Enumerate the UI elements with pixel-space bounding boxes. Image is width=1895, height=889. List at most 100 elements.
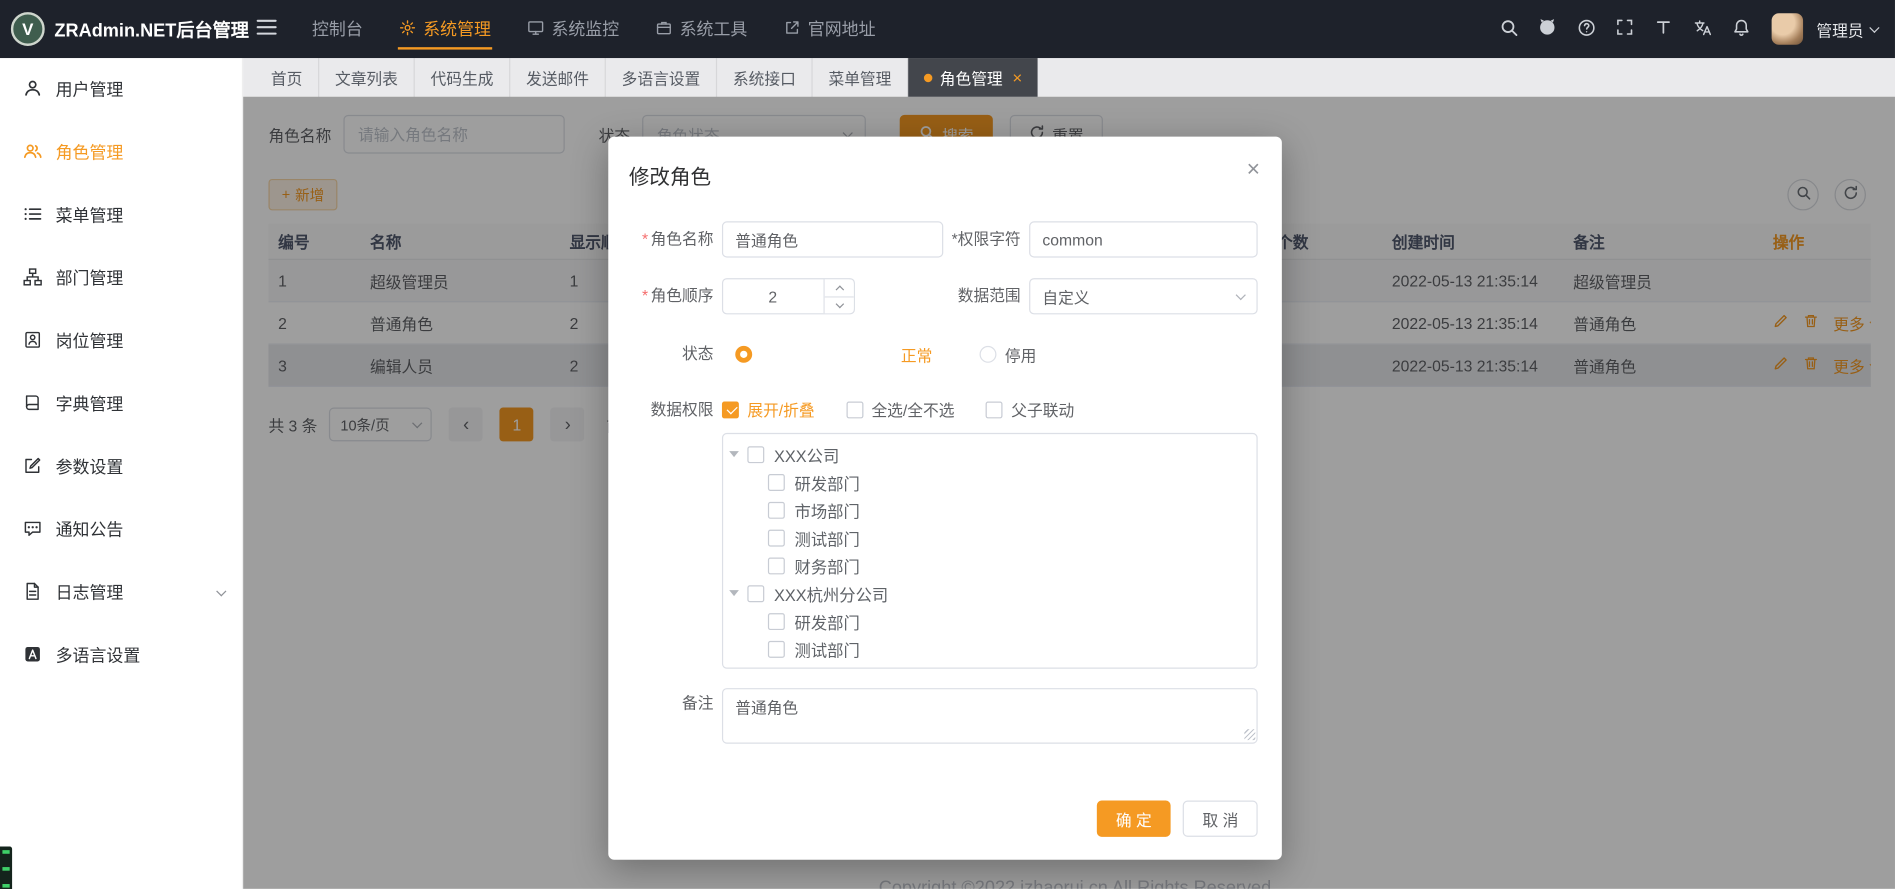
sidebar-item-notices[interactable]: 通知公告: [0, 498, 242, 561]
nav-system-monitor-label: 系统监控: [551, 17, 619, 41]
increase-button[interactable]: [825, 279, 854, 297]
sidebar-item-posts[interactable]: 岗位管理: [0, 310, 242, 373]
sidebar-posts-label: 岗位管理: [56, 329, 124, 353]
corner-widget-bar: [2, 867, 9, 871]
data-perm-label: 数据权限: [620, 400, 713, 419]
top-nav: 控制台 系统管理 系统监控 系统工具 官网地址: [294, 0, 894, 58]
tab-roles-label: 角色管理: [940, 66, 1003, 89]
tab-articles[interactable]: 文章列表: [319, 58, 415, 97]
parent-child-link-checkbox[interactable]: 父子联动: [986, 398, 1074, 421]
language-button[interactable]: [1687, 13, 1718, 44]
role-order-stepper[interactable]: 2: [722, 278, 855, 314]
sidebar-toggle-button[interactable]: [243, 0, 289, 58]
tab-multilanguage[interactable]: 多语言设置: [606, 58, 717, 97]
sidebar-item-logs[interactable]: 日志管理: [0, 561, 242, 624]
sidebar-item-dictionary[interactable]: 字典管理: [0, 372, 242, 435]
github-icon: [1538, 17, 1559, 41]
sidebar-item-menus[interactable]: 菜单管理: [0, 184, 242, 247]
tree-expand-caret-icon[interactable]: [729, 590, 739, 596]
sidebar-dictionary-label: 字典管理: [56, 392, 124, 416]
tree-node-label: 测试部门: [795, 637, 860, 661]
edit-square-icon: [23, 455, 42, 478]
tab-send-mail[interactable]: 发送邮件: [510, 58, 606, 97]
fullscreen-button[interactable]: [1610, 13, 1641, 44]
expand-collapse-checkbox[interactable]: 展开/折叠: [722, 398, 815, 421]
checkbox-icon[interactable]: [747, 446, 764, 463]
nav-item-website[interactable]: 官网地址: [765, 0, 893, 58]
expand-collapse-label: 展开/折叠: [747, 398, 814, 421]
search-button[interactable]: [1493, 13, 1524, 44]
tab-system-api[interactable]: 系统接口: [717, 58, 813, 97]
tree-node-dept[interactable]: 财务部门: [723, 551, 1256, 579]
user-avatar[interactable]: [1772, 13, 1803, 44]
tab-menus[interactable]: 菜单管理: [813, 58, 909, 97]
data-scope-select[interactable]: 自定义: [1029, 278, 1258, 314]
tree-node-label: 测试部门: [795, 525, 860, 549]
status-radio-disabled[interactable]: 停用: [980, 343, 1037, 366]
sidebar-item-departments[interactable]: 部门管理: [0, 247, 242, 310]
nav-item-system-monitor[interactable]: 系统监控: [509, 0, 637, 58]
nav-item-system-tools[interactable]: 系统工具: [637, 0, 765, 58]
tree-node-dept[interactable]: 测试部门: [723, 635, 1256, 663]
close-icon: ×: [1247, 157, 1260, 182]
tab-send-mail-label: 发送邮件: [526, 66, 589, 89]
tab-code-gen-label: 代码生成: [431, 66, 494, 89]
sidebar-item-users[interactable]: 用户管理: [0, 58, 242, 121]
corner-widget[interactable]: [0, 847, 12, 889]
checkbox-icon[interactable]: [768, 557, 785, 574]
checkbox-checked-icon: [722, 401, 739, 418]
sidebar-item-parameters[interactable]: 参数设置: [0, 435, 242, 498]
checkbox-icon[interactable]: [768, 613, 785, 630]
confirm-button[interactable]: 确 定: [1097, 801, 1172, 837]
nav-item-system-admin[interactable]: 系统管理: [381, 0, 509, 58]
perm-char-label: *权限字符: [943, 221, 1020, 257]
tree-expand-caret-icon[interactable]: [729, 451, 739, 457]
tab-code-gen[interactable]: 代码生成: [415, 58, 511, 97]
sidebar-item-roles[interactable]: 角色管理: [0, 121, 242, 184]
header-actions: 管理员: [1493, 13, 1895, 44]
nav-item-console[interactable]: 控制台: [294, 0, 381, 58]
data-scope-value: 自定义: [1042, 285, 1089, 308]
decrease-button[interactable]: [825, 297, 854, 313]
checkbox-icon[interactable]: [768, 529, 785, 546]
language-icon: [1693, 18, 1712, 41]
translate-icon: [23, 644, 42, 667]
status-radio-normal[interactable]: 正常: [722, 335, 946, 374]
external-link-icon: [784, 19, 801, 40]
menu-list-icon: [23, 204, 42, 227]
sidebar-item-multilanguage[interactable]: 多语言设置: [0, 624, 242, 687]
help-button[interactable]: [1571, 13, 1602, 44]
role-order-value: 2: [723, 279, 822, 313]
checkbox-icon[interactable]: [768, 473, 785, 490]
form-row-status: 状态 正常 停用: [620, 335, 1257, 374]
nav-console-label: 控制台: [312, 17, 363, 41]
notifications-button[interactable]: [1726, 13, 1757, 44]
tree-node-dept[interactable]: 测试部门: [723, 524, 1256, 552]
tree-node-dept[interactable]: 市场部门: [723, 496, 1256, 524]
close-dialog-button[interactable]: ×: [1247, 160, 1260, 181]
font-size-button[interactable]: [1648, 13, 1679, 44]
checkbox-icon: [986, 401, 1003, 418]
github-button[interactable]: [1532, 13, 1563, 44]
checkbox-icon[interactable]: [747, 585, 764, 602]
close-tab-icon[interactable]: ×: [1012, 69, 1022, 86]
tree-node-company[interactable]: XXX公司: [723, 440, 1256, 468]
form-row-tree: XXX公司 研发部门 市场部门 测试部门: [620, 433, 1257, 669]
select-all-checkbox[interactable]: 全选/全不选: [846, 398, 954, 421]
remark-textarea[interactable]: 普通角色: [722, 688, 1258, 744]
tree-node-dept[interactable]: 研发部门: [723, 468, 1256, 496]
monitor-icon: [527, 19, 544, 40]
dialog-footer: 确 定 取 消: [1097, 801, 1258, 837]
data-scope-label: 数据范围: [943, 278, 1020, 314]
role-name-input[interactable]: [722, 221, 943, 257]
user-menu-caret-icon[interactable]: [1869, 22, 1879, 32]
cancel-button[interactable]: 取 消: [1183, 801, 1258, 837]
tree-node-branch-company[interactable]: XXX杭州分公司: [723, 579, 1256, 607]
tab-home[interactable]: 首页: [255, 58, 319, 97]
tab-roles-active[interactable]: 角色管理 ×: [908, 58, 1038, 97]
checkbox-icon[interactable]: [768, 640, 785, 657]
perm-char-input[interactable]: [1029, 221, 1258, 257]
tree-node-dept[interactable]: 研发部门: [723, 607, 1256, 635]
checkbox-icon[interactable]: [768, 501, 785, 518]
user-name[interactable]: 管理员: [1816, 18, 1863, 41]
